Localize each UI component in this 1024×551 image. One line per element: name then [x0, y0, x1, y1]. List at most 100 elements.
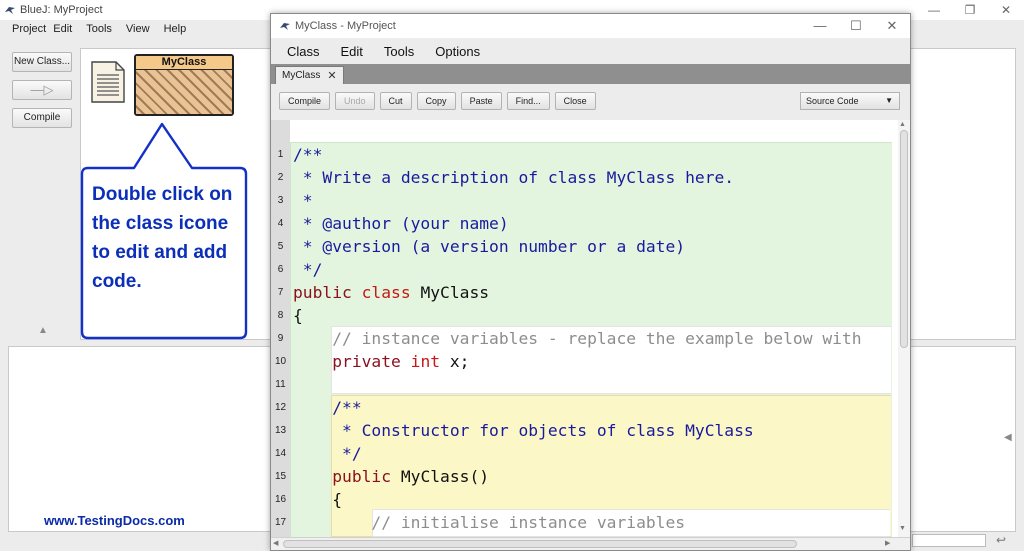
- tab-close-icon[interactable]: ✕: [327, 69, 336, 82]
- code-line[interactable]: 12: [271, 373, 891, 419]
- class-box-title: MyClass: [136, 56, 232, 70]
- code-text: {: [293, 306, 303, 325]
- scroll-left-icon[interactable]: ◀: [273, 538, 278, 550]
- scroll-right-icon[interactable]: ▶: [885, 538, 890, 550]
- field-name: x;: [440, 352, 470, 371]
- keyword-public: public: [293, 283, 362, 302]
- code-line[interactable]: 17 {: [271, 488, 891, 534]
- code-line[interactable]: 8 public class MyClass: [271, 281, 891, 327]
- main-restore-button[interactable]: ❐: [952, 0, 988, 20]
- readme-document-icon[interactable]: [90, 60, 126, 104]
- main-compile-button[interactable]: Compile: [12, 108, 72, 128]
- code-text: // initialise instance variables: [293, 513, 686, 532]
- code-text: */: [293, 444, 362, 463]
- compile-button[interactable]: Compile: [279, 92, 331, 110]
- code-text: {: [293, 490, 343, 509]
- main-close-button[interactable]: ✕: [988, 0, 1024, 20]
- code-line[interactable]: 6 * @version (a version number or a date…: [271, 235, 891, 281]
- code-line[interactable]: 10 // instance variables - replace the e…: [271, 327, 891, 373]
- cut-button[interactable]: Cut: [379, 92, 412, 110]
- code-text: *: [293, 191, 313, 210]
- class-box-body: [136, 70, 232, 114]
- code-text: * @version (a version number or a date): [293, 237, 686, 256]
- editor-menu-options[interactable]: Options: [435, 44, 480, 59]
- main-minimize-button[interactable]: —: [916, 0, 952, 20]
- code-text: * @author (your name): [293, 214, 509, 233]
- menu-tools[interactable]: Tools: [86, 23, 126, 35]
- code-line[interactable]: 18 // initialise instance variables: [271, 511, 891, 537]
- code-line[interactable]: 1: [271, 120, 891, 166]
- tab-label: MyClass: [282, 70, 321, 81]
- code-text: // instance variables - replace the exam…: [293, 329, 862, 348]
- menu-view[interactable]: View: [126, 23, 164, 35]
- editor-menu-edit[interactable]: Edit: [341, 44, 363, 59]
- code-line[interactable]: 11 private int x;: [271, 350, 891, 396]
- code-line[interactable]: 13 /**: [271, 396, 891, 442]
- bluej-bird-icon: [280, 23, 290, 30]
- undo-button[interactable]: Undo: [335, 92, 375, 110]
- code-text: public class MyClass: [293, 281, 489, 304]
- chevron-down-icon: ▼: [885, 96, 893, 105]
- code-line[interactable]: 9 {: [271, 304, 891, 350]
- code-text: * Write a description of class MyClass h…: [293, 168, 735, 187]
- code-text: /**: [293, 398, 362, 417]
- constructor-name: MyClass(): [391, 467, 490, 486]
- editor-maximize-button[interactable]: ☐: [838, 14, 874, 38]
- class-diagram-pane-right[interactable]: [910, 48, 1016, 340]
- keyword-private: private: [293, 352, 411, 371]
- menu-edit[interactable]: Edit: [53, 23, 86, 35]
- editor-close-button[interactable]: ✕: [874, 14, 910, 38]
- reset-icon[interactable]: ↩: [996, 533, 1006, 547]
- watermark: www.TestingDocs.com: [44, 513, 185, 528]
- menu-help[interactable]: Help: [164, 23, 201, 35]
- triangle-left-icon[interactable]: ◀: [1004, 432, 1012, 443]
- code-text: public MyClass(): [293, 465, 489, 488]
- new-class-button[interactable]: New Class...: [12, 52, 72, 72]
- close-button[interactable]: Close: [554, 92, 596, 110]
- scroll-up-icon[interactable]: ▲: [899, 121, 906, 128]
- keyword-int: int: [410, 352, 441, 371]
- code-text: private int x;: [293, 350, 469, 373]
- code-line[interactable]: 2 /**: [271, 143, 891, 189]
- main-tool-column: New Class... —▷ Compile: [10, 52, 74, 136]
- editor-window-title: MyClass - MyProject: [295, 20, 396, 32]
- horizontal-scrollbar[interactable]: ◀ ▶: [271, 537, 910, 550]
- editor-minimize-button[interactable]: —: [802, 14, 838, 38]
- view-mode-select[interactable]: Source Code ▼: [800, 92, 900, 110]
- code-line[interactable]: 16 public MyClass(): [271, 465, 891, 511]
- paste-button[interactable]: Paste: [460, 92, 502, 110]
- keyword-class: class: [361, 283, 411, 302]
- code-line[interactable]: 5 * @author (your name): [271, 212, 891, 258]
- bluej-bird-icon: [5, 7, 15, 14]
- code-text: /**: [293, 145, 323, 164]
- editor-tab-strip: MyClass ✕: [271, 64, 910, 84]
- main-window-title: BlueJ: MyProject: [20, 4, 103, 16]
- code-text: */: [293, 260, 323, 279]
- scroll-down-icon[interactable]: ▼: [899, 525, 906, 532]
- editor-title-bar: MyClass - MyProject — ☐ ✕: [271, 14, 910, 38]
- inheritance-arrow-button[interactable]: —▷: [12, 80, 72, 100]
- editor-toolbar: Compile Undo Cut Copy Paste Find... Clos…: [271, 84, 910, 118]
- class-box-myclass[interactable]: MyClass: [134, 54, 234, 116]
- code-text: * Constructor for objects of class MyCla…: [293, 421, 754, 440]
- code-editor[interactable]: 1 2 /** 3 * Write a description of class…: [271, 120, 910, 537]
- tab-myclass[interactable]: MyClass ✕: [275, 66, 344, 84]
- vertical-scroll-thumb[interactable]: [900, 130, 908, 348]
- horizontal-scroll-thumb[interactable]: [283, 540, 797, 548]
- editor-window: MyClass - MyProject — ☐ ✕ Class Edit Too…: [270, 13, 911, 551]
- copy-button[interactable]: Copy: [416, 92, 456, 110]
- triangle-up-icon[interactable]: ▲: [38, 325, 48, 336]
- code-line[interactable]: 3 * Write a description of class MyClass…: [271, 166, 891, 212]
- code-line[interactable]: 7 */: [271, 258, 891, 304]
- code-line[interactable]: 15 */: [271, 442, 891, 488]
- editor-menu-bar: Class Edit Tools Options: [271, 38, 910, 64]
- callout-text: Double click on the class icone to edit …: [92, 184, 233, 292]
- editor-menu-class[interactable]: Class: [287, 44, 320, 59]
- code-line[interactable]: 14 * Constructor for objects of class My…: [271, 419, 891, 465]
- find-button[interactable]: Find...: [506, 92, 550, 110]
- editor-menu-tools[interactable]: Tools: [384, 44, 414, 59]
- code-line[interactable]: 4 *: [271, 189, 891, 235]
- class-name: MyClass: [410, 283, 490, 302]
- keyword-public: public: [293, 467, 392, 486]
- menu-project[interactable]: Project: [0, 23, 53, 35]
